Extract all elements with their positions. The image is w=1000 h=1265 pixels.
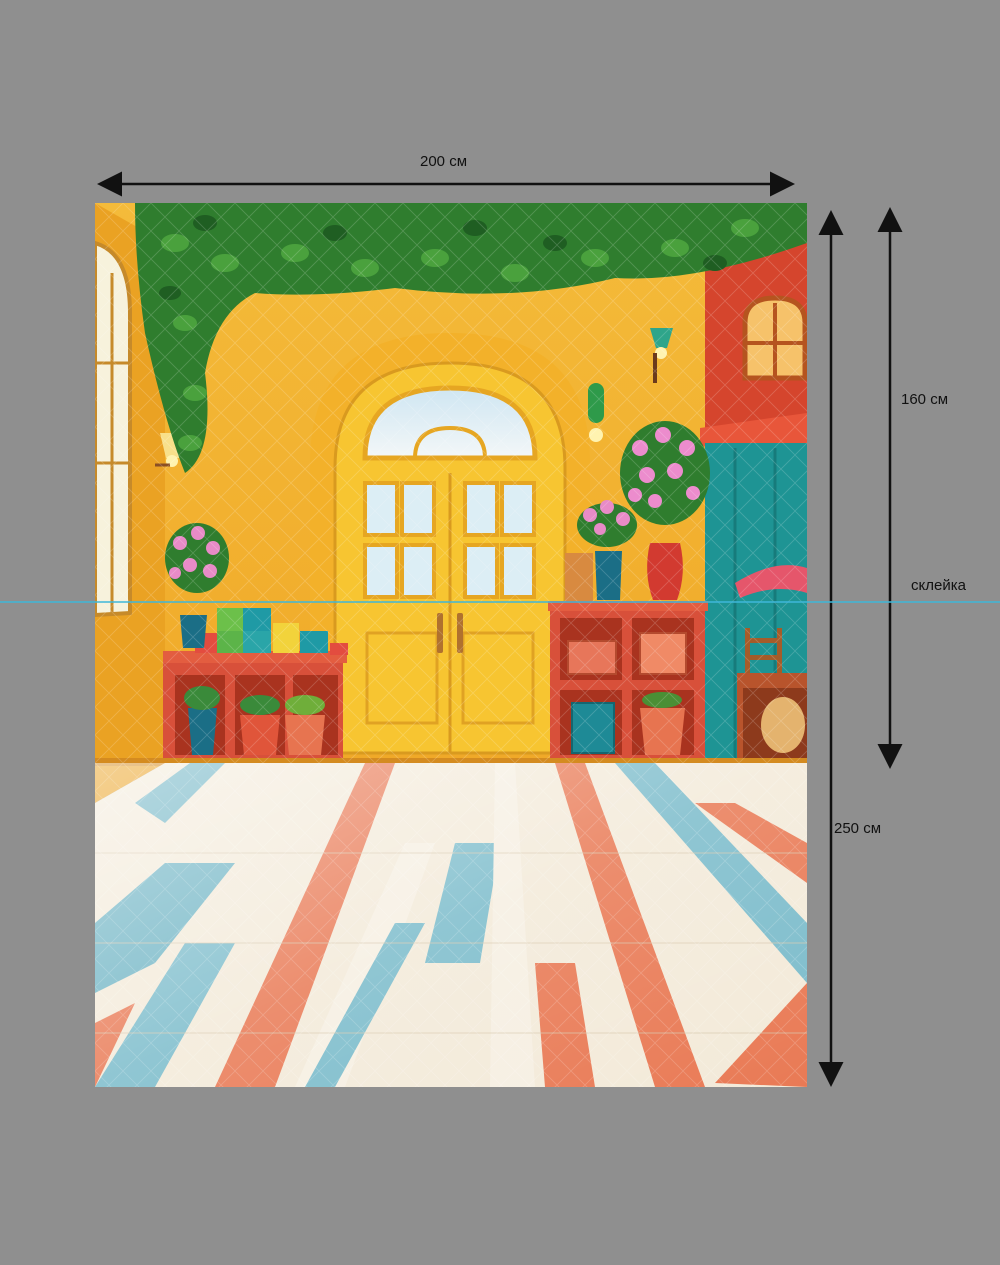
seam-label: склейка [911,577,966,594]
width-label: 200 см [420,153,468,170]
total-height-label: 250 см [834,820,882,837]
dimension-overlay [0,171,1000,1087]
panel-height-label: 160 см [901,391,949,408]
